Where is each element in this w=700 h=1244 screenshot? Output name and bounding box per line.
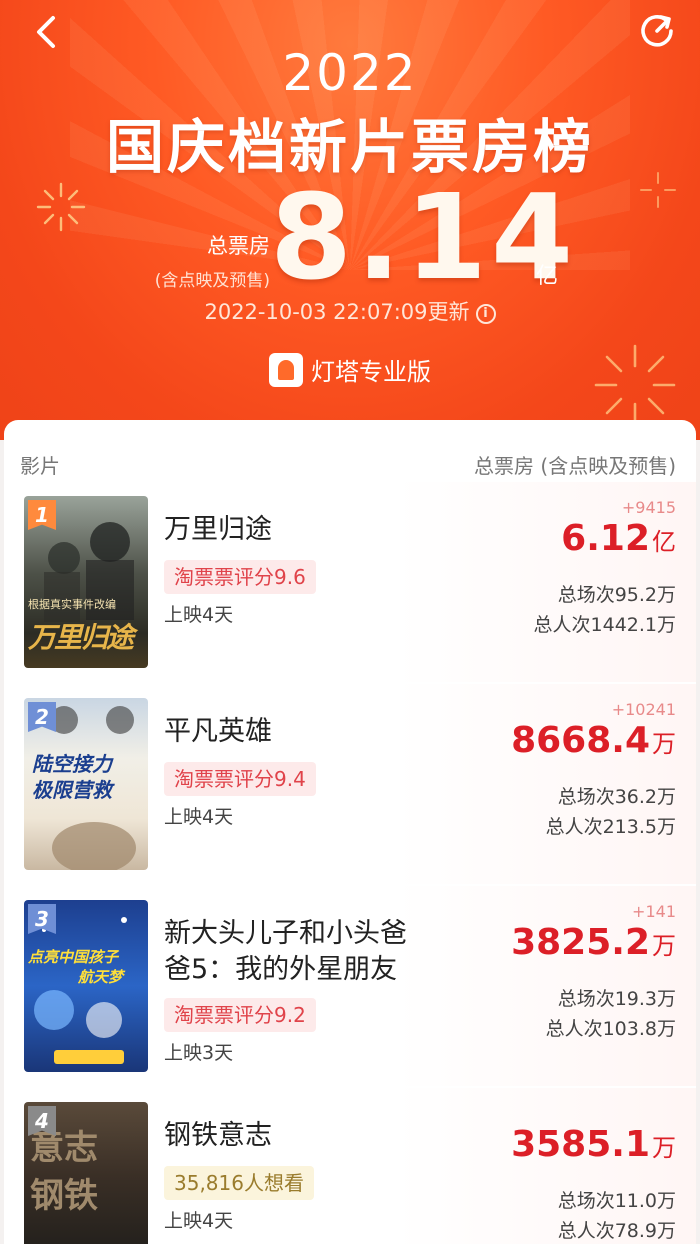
total-screenings: 总场次36.2万 (557, 786, 676, 808)
movie-title[interactable]: 钢铁意志 (164, 1118, 272, 1154)
gross-unit: 万 (652, 1134, 676, 1162)
poster-title: 陆空接力 (32, 752, 112, 776)
total-screenings: 总场次19.3万 (557, 988, 676, 1010)
update-time-text: 2022-10-03 22:07:09更新 (204, 300, 470, 324)
movie-title[interactable]: 平凡英雄 (164, 714, 272, 750)
info-icon[interactable]: i (475, 304, 496, 324)
movie-gross: 3825.2万 (511, 922, 676, 963)
movie-gross: 3585.1万 (511, 1124, 676, 1165)
gross-unit: 万 (652, 730, 676, 758)
movie-row[interactable]: 点亮中国孩子 航天梦 3 新大头儿子和小头爸 爸5：我的外星朋友 淘票票评分9.… (4, 886, 696, 1100)
brand-name: 灯塔专业版 (311, 358, 431, 386)
update-time: 2022-10-03 22:07:09更新 i (0, 296, 700, 326)
movie-gross: 8668.4万 (511, 720, 676, 761)
rating-tag: 淘票票评分9.2 (164, 998, 316, 1032)
total-gross-label-group: 总票房 (含点映及预售) (140, 230, 270, 291)
total-admissions: 总人次1442.1万 (533, 614, 676, 636)
total-admissions: 总人次213.5万 (545, 816, 676, 838)
gross-delta: +10241 (611, 700, 676, 719)
gross-unit: 亿 (652, 528, 676, 556)
poster-title: 万里归途 (28, 621, 134, 654)
firework-left-icon (36, 182, 86, 232)
days-released: 上映4天 (164, 806, 234, 828)
poster-tagline: 航天梦 (78, 968, 124, 986)
movie-row[interactable]: 根据真实事件改编 万里归途 1 万里归途 淘票票评分9.6 上映4天 +9415… (4, 482, 696, 696)
gross-value: 8668.4 (511, 720, 650, 761)
poster-title: 点亮中国孩子 (28, 948, 119, 966)
lighthouse-logo-icon (269, 353, 303, 387)
gross-unit: 万 (652, 932, 676, 960)
poster-tagline: 极限营救 (32, 778, 112, 802)
total-admissions: 总人次78.9万 (557, 1220, 676, 1242)
total-admissions: 总人次103.8万 (545, 1018, 676, 1040)
gross-delta: +141 (632, 902, 676, 921)
total-gross-value: 8.14 (270, 168, 578, 306)
gross-value: 3825.2 (511, 922, 650, 963)
want-to-see-tag: 35,816人想看 (164, 1166, 314, 1200)
total-gross-sublabel: (含点映及预售) (154, 271, 270, 291)
total-gross-unit: 亿 (536, 264, 559, 289)
rating-tag: 淘票票评分9.6 (164, 560, 316, 594)
total-screenings: 总场次11.0万 (557, 1190, 676, 1212)
header-banner: 2022 国庆档新片票房榜 总票房 (含点映及预售) 8.14 亿 2022-1… (0, 0, 700, 440)
poster-tagline: 根据真实事件改编 (28, 598, 116, 611)
days-released: 上映4天 (164, 1210, 234, 1232)
year-label: 2022 (282, 44, 418, 102)
movie-title[interactable]: 万里归途 (164, 512, 272, 548)
movie-row[interactable]: 陆空接力 极限营救 2 平凡英雄 淘票票评分9.4 上映4天 +10241 86… (4, 684, 696, 898)
total-screenings: 总场次95.2万 (557, 584, 676, 606)
ranking-card: 影片 总票房 (含点映及预售) 根据真实事件改编 万里归途 1 万里归途 淘票票… (4, 420, 696, 1244)
gross-value: 3585.1 (511, 1124, 650, 1165)
movie-gross: 6.12亿 (561, 518, 676, 559)
poster-title: 钢铁 (30, 1176, 98, 1216)
column-header-gross: 总票房 (含点映及预售) (474, 454, 676, 478)
movie-title-line2[interactable]: 爸5：我的外星朋友 (164, 952, 397, 988)
column-header-film: 影片 (20, 454, 60, 478)
total-gross-label: 总票房 (207, 234, 270, 258)
days-released: 上映4天 (164, 604, 234, 626)
movie-title-line1[interactable]: 新大头儿子和小头爸 (164, 916, 407, 952)
gross-delta: +9415 (621, 498, 676, 517)
movie-row[interactable]: 意志 钢铁 4 钢铁意志 35,816人想看 上映4天 3585.1万 总场次1… (4, 1088, 696, 1244)
brand-badge: 灯塔专业版 (0, 352, 700, 387)
days-released: 上映3天 (164, 1042, 234, 1064)
gross-value: 6.12 (561, 518, 650, 559)
rating-tag: 淘票票评分9.4 (164, 762, 316, 796)
